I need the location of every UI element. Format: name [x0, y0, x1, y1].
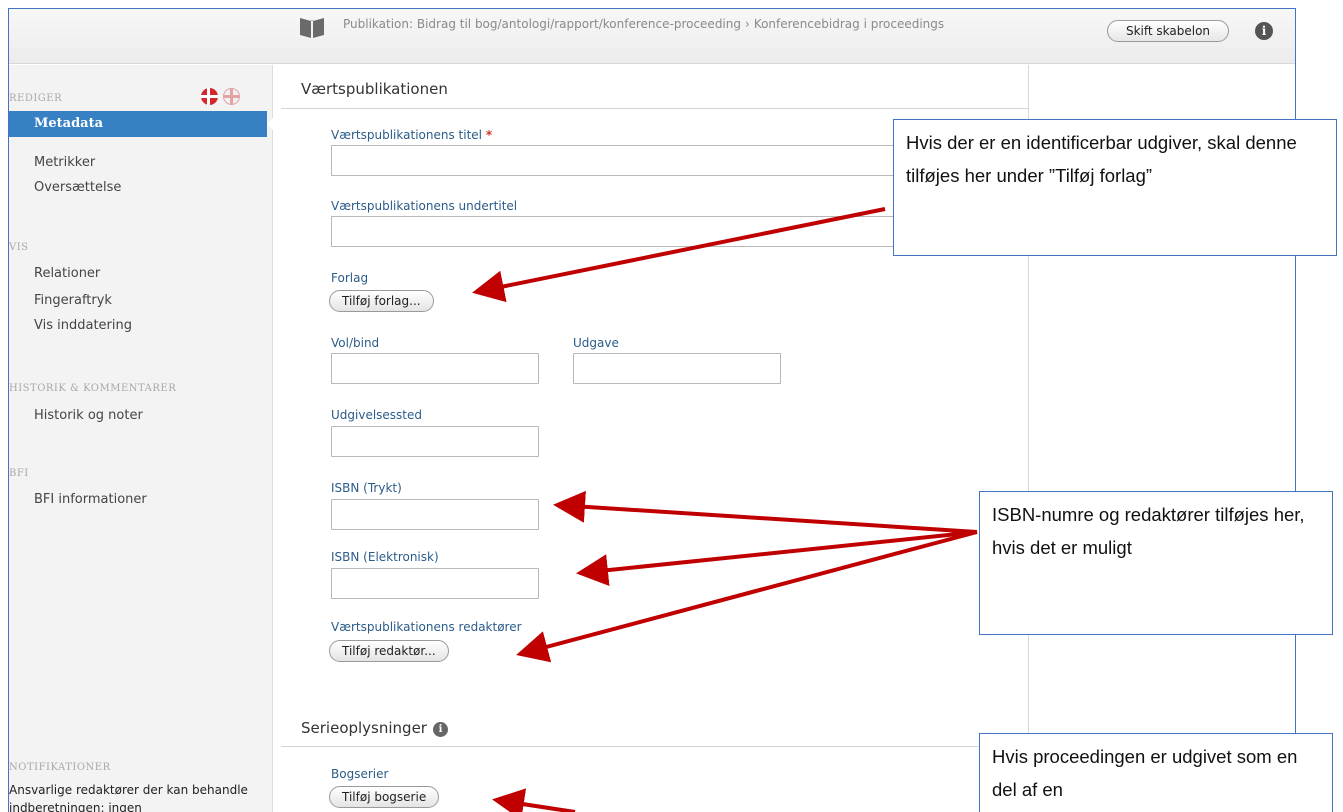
sidebar-item-relations[interactable]: Relationer — [34, 263, 100, 285]
sidebar-item-metrics[interactable]: Metrikker — [34, 152, 95, 174]
host-title-label-text: Værtspublikationens titel — [331, 128, 482, 142]
sidebar-item-label: Metadata — [34, 116, 104, 131]
sidebar-heading-history: HISTORIK & KOMMENTARER — [9, 383, 177, 394]
breadcrumb-subtype[interactable]: Konferencebidrag i proceedings — [754, 17, 944, 31]
section-title-host: Værtspublikationen — [301, 80, 448, 98]
info-icon[interactable]: i — [432, 722, 448, 737]
sidebar-heading-bfi: BFI — [9, 468, 29, 479]
sidebar-item-bfi[interactable]: BFI informationer — [34, 489, 147, 511]
book-icon — [300, 18, 324, 38]
add-publisher-button[interactable]: Tilføj forlag... — [329, 290, 434, 312]
sidebar-heading-notifications: NOTIFIKATIONER — [9, 762, 111, 773]
publisher-label: Forlag — [331, 271, 369, 285]
sidebar-item-metadata[interactable]: Metadata — [9, 111, 275, 137]
sidebar: REDIGER Metadata Metrikker Oversættelse … — [9, 65, 275, 812]
edition-input[interactable] — [573, 353, 781, 384]
breadcrumb-separator: › — [745, 17, 750, 31]
sidebar-heading-view: VIS — [9, 242, 29, 253]
place-of-publication-input[interactable] — [331, 426, 539, 457]
host-title-label: Værtspublikationens titel * — [331, 128, 492, 142]
series-title-text: Serieoplysninger — [301, 719, 427, 737]
isbn-print-input[interactable] — [331, 499, 539, 530]
sidebar-item-translation[interactable]: Oversættelse — [34, 177, 121, 199]
host-subtitle-label: Værtspublikationens undertitel — [331, 199, 518, 213]
info-icon[interactable]: i — [1255, 22, 1273, 40]
add-editor-button[interactable]: Tilføj redaktør... — [329, 640, 449, 662]
switch-template-button[interactable]: Skift skabelon — [1107, 20, 1229, 42]
volume-label: Vol/bind — [331, 336, 380, 350]
breadcrumb: Publikation: Bidrag til bog/antologi/rap… — [343, 15, 993, 33]
volume-input[interactable] — [331, 353, 539, 384]
book-series-label: Bogserier — [331, 767, 389, 781]
sidebar-item-show-entry[interactable]: Vis inddatering — [34, 315, 132, 337]
place-of-publication-label: Udgivelsessted — [331, 408, 423, 422]
section-title-series: Serieoplysninger i — [301, 719, 448, 737]
host-editors-label: Værtspublikationens redaktører — [331, 620, 522, 634]
isbn-electronic-input[interactable] — [331, 568, 539, 599]
breadcrumb-publication-type[interactable]: Publikation: Bidrag til bog/antologi/rap… — [343, 17, 741, 31]
callout-isbn: ISBN-numre og redaktører tilføjes her, h… — [979, 491, 1333, 635]
notification-text: Ansvarlige redaktører der kan behandle i… — [9, 783, 248, 812]
english-flag-icon[interactable] — [223, 88, 240, 105]
isbn-electronic-label: ISBN (Elektronisk) — [331, 550, 439, 564]
edition-label: Udgave — [573, 336, 619, 350]
add-book-series-button[interactable]: Tilføj bogserie — [329, 786, 440, 808]
danish-flag-icon[interactable] — [201, 88, 218, 105]
sidebar-item-fingerprint[interactable]: Fingeraftryk — [34, 290, 112, 312]
isbn-print-label: ISBN (Trykt) — [331, 481, 402, 495]
section-divider — [281, 108, 1029, 109]
section-divider — [281, 746, 1029, 747]
required-marker: * — [485, 128, 493, 142]
callout-publisher: Hvis der er en identificerbar udgiver, s… — [893, 119, 1337, 256]
header-bar: Publikation: Bidrag til bog/antologi/rap… — [9, 9, 1295, 64]
sidebar-item-history[interactable]: Historik og noter — [34, 405, 143, 427]
sidebar-heading-edit: REDIGER — [9, 93, 63, 104]
callout-series: Hvis proceedingen er udgivet som en del … — [979, 733, 1333, 812]
active-indicator — [267, 116, 275, 132]
